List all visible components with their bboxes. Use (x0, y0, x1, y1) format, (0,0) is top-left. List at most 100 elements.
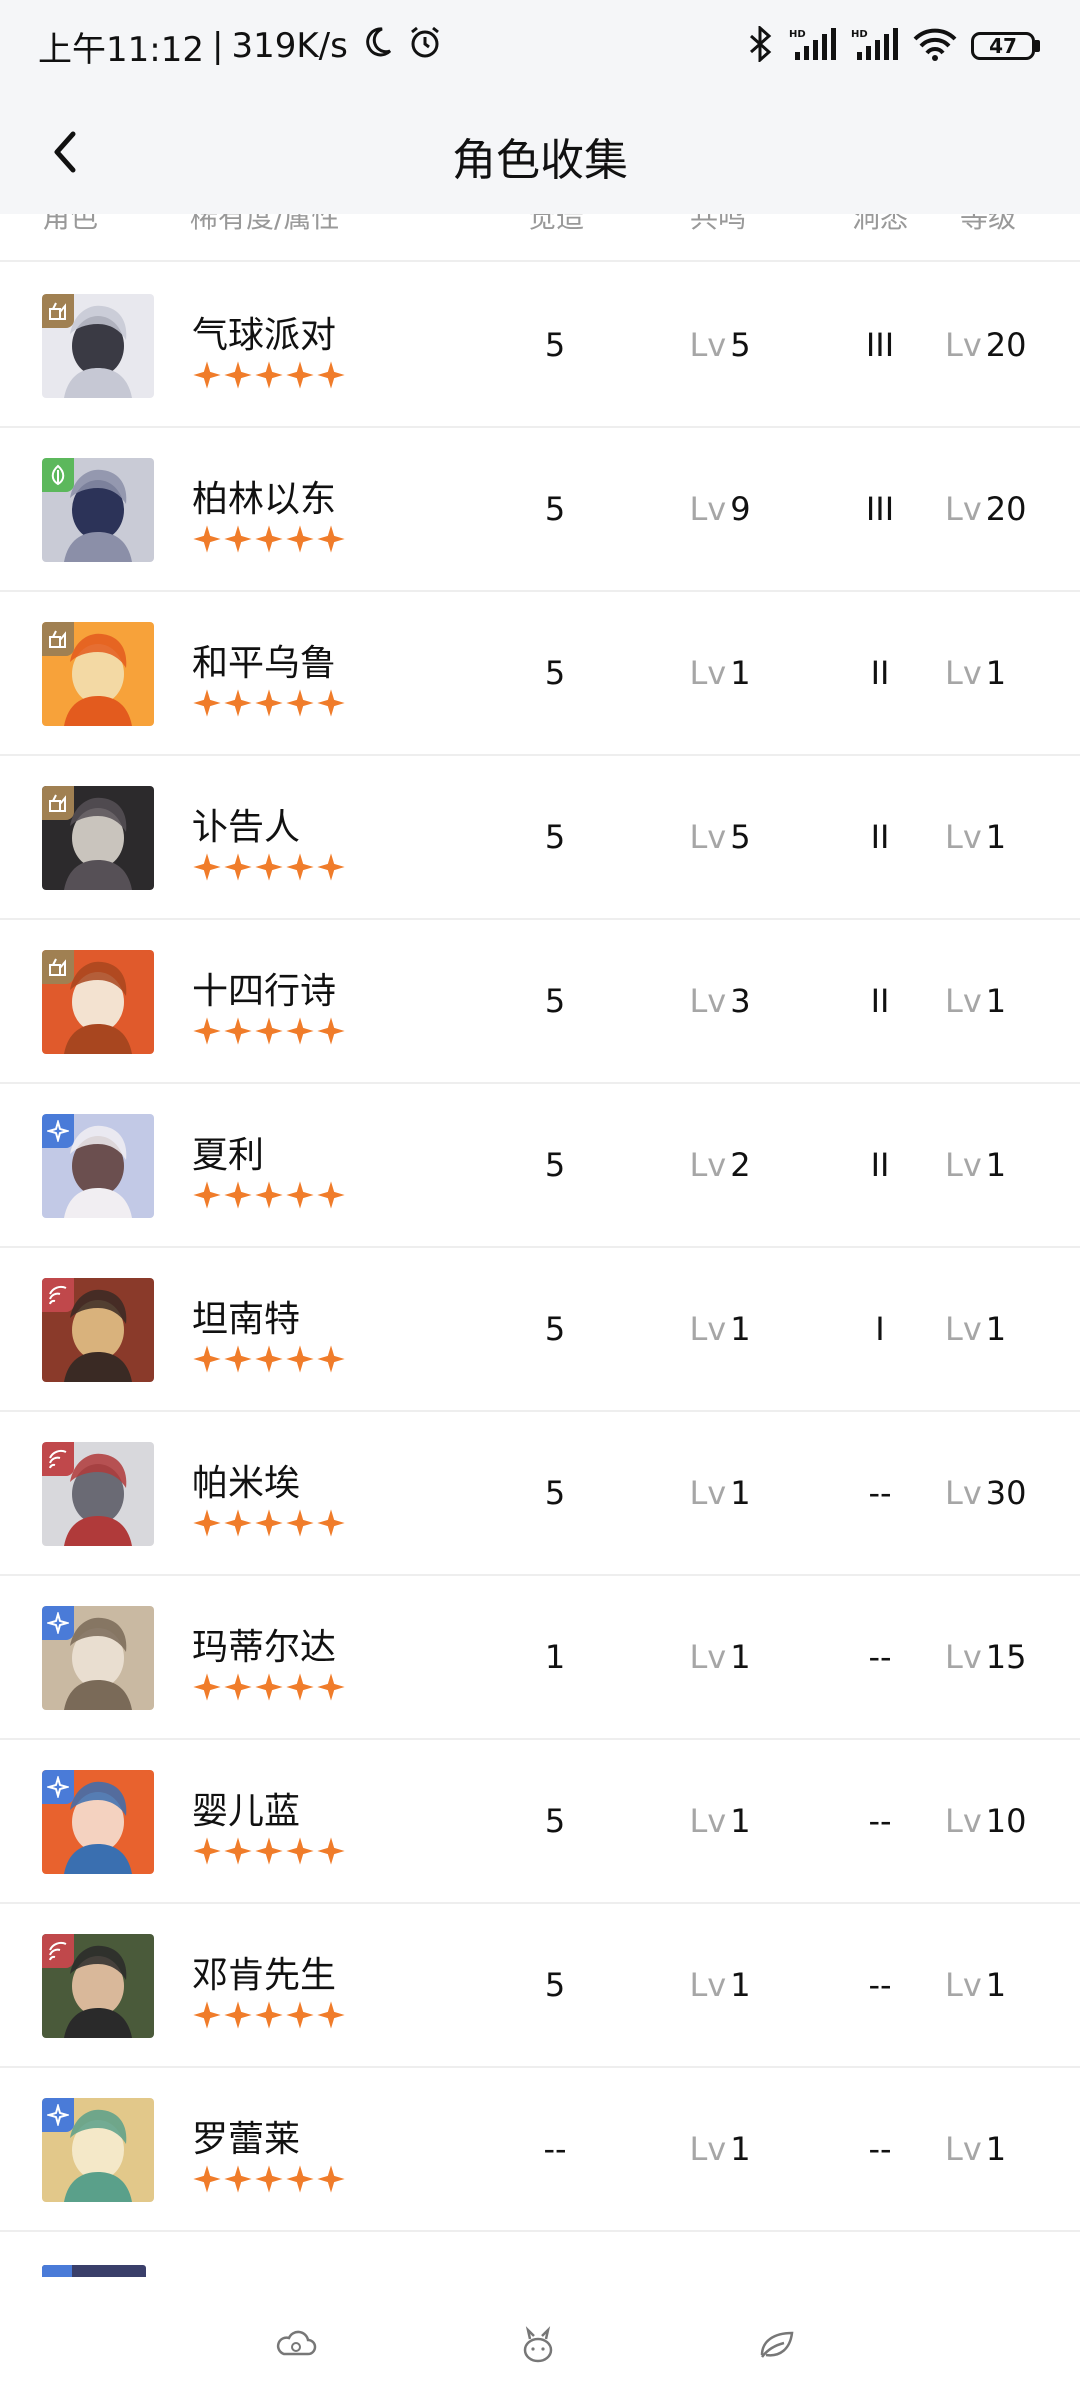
rarity-star-icon (255, 2165, 283, 2193)
character-avatar[interactable] (42, 786, 154, 890)
rarity-star-icon (286, 1509, 314, 1537)
rarity-star-icon (224, 525, 252, 553)
bottom-tab-bar (0, 2278, 1080, 2400)
attribute-beast-icon (42, 786, 74, 820)
character-row[interactable]: 柏林以东 5 Lv 9 III Lv 20 (0, 428, 1080, 592)
lv-prefix: Lv (689, 1310, 727, 1348)
dongcha-value: II (870, 818, 890, 856)
lv-prefix: Lv (945, 1474, 982, 1512)
character-avatar[interactable] (42, 622, 154, 726)
lv-prefix: Lv (945, 818, 982, 856)
rarity-stars (192, 360, 347, 390)
juexing-value: 5 (544, 982, 566, 1020)
gongming-value: Lv 5 (665, 818, 775, 856)
attribute-star-icon (42, 2098, 74, 2132)
network-speed: 319K/s (231, 26, 348, 66)
tab-leaf[interactable] (748, 2320, 808, 2370)
character-row[interactable]: 帕米埃 5 Lv 1 -- Lv 30 (0, 1412, 1080, 1576)
character-row[interactable]: 夏利 5 Lv 2 II Lv 1 (0, 1084, 1080, 1248)
character-avatar[interactable] (42, 1114, 154, 1218)
rarity-star-icon (224, 2165, 252, 2193)
lv-prefix: Lv (689, 1802, 727, 1840)
dongcha-value: II (870, 982, 890, 1020)
juexing-value: 5 (544, 654, 566, 692)
rarity-star-icon (255, 853, 283, 881)
character-avatar[interactable] (42, 1934, 154, 2038)
character-avatar[interactable] (42, 2098, 154, 2202)
rarity-stars (192, 1508, 347, 1538)
lv-prefix: Lv (689, 490, 727, 528)
gongming-value: Lv 1 (665, 2130, 775, 2168)
gongming-level: 1 (730, 1638, 751, 1676)
lv-prefix: Lv (945, 1638, 982, 1676)
gongming-value: Lv 1 (665, 1310, 775, 1348)
dongcha-value: -- (868, 1638, 892, 1676)
character-level: 15 (985, 1638, 1027, 1676)
character-avatar[interactable] (42, 458, 154, 562)
character-row[interactable]: 婴儿蓝 5 Lv 1 -- Lv 10 (0, 1740, 1080, 1904)
character-name: 讣告人 (192, 807, 301, 848)
character-row[interactable]: 讣告人 5 Lv 5 II Lv 1 (0, 756, 1080, 920)
rarity-star-icon (193, 525, 221, 553)
character-avatar[interactable] (42, 1442, 154, 1546)
tab-bunny[interactable] (508, 2320, 568, 2370)
battery-level: 47 (971, 32, 1035, 60)
rarity-star-icon (224, 689, 252, 717)
juexing-value: 5 (544, 1310, 566, 1348)
juexing-value: 5 (544, 818, 566, 856)
character-level: 1 (985, 818, 1007, 856)
gongming-level: 5 (730, 818, 751, 856)
rarity-star-icon (317, 361, 345, 389)
character-avatar[interactable] (42, 1606, 154, 1710)
tab-cloud[interactable] (266, 2320, 326, 2370)
character-avatar[interactable] (42, 1770, 154, 1874)
character-level: 1 (985, 1146, 1007, 1184)
gongming-level: 1 (730, 1474, 751, 1512)
rarity-star-icon (317, 853, 345, 881)
rarity-star-icon (193, 1181, 221, 1209)
character-name: 十四行诗 (192, 971, 337, 1012)
level-value: Lv 1 (945, 818, 1055, 856)
character-level: 1 (985, 1966, 1007, 2004)
gongming-value: Lv 1 (665, 1802, 775, 1840)
character-avatar[interactable] (42, 950, 154, 1054)
rarity-star-icon (255, 361, 283, 389)
status-separator: | (211, 26, 224, 66)
character-name: 罗蕾莱 (192, 2119, 301, 2160)
character-name: 玛蒂尔达 (192, 1627, 337, 1668)
rarity-star-icon (317, 689, 345, 717)
cloud-icon (276, 2330, 317, 2356)
character-row[interactable]: 气球派对 5 Lv 5 III Lv 20 (0, 264, 1080, 428)
juexing-value: 1 (544, 1638, 566, 1676)
rarity-star-icon (317, 2165, 345, 2193)
rarity-star-icon (286, 525, 314, 553)
gongming-level: 1 (730, 1802, 751, 1840)
character-name: 婴儿蓝 (192, 1791, 301, 1832)
rarity-star-icon (224, 1837, 252, 1865)
character-avatar[interactable] (42, 294, 154, 398)
svg-text:HD: HD (851, 29, 868, 40)
attribute-beast-icon (42, 950, 74, 984)
rarity-star-icon (193, 2165, 221, 2193)
character-row[interactable]: 坦南特 5 Lv 1 I Lv 1 (0, 1248, 1080, 1412)
juexing-value: 5 (544, 326, 566, 364)
character-row[interactable]: 玛蒂尔达 1 Lv 1 -- Lv 15 (0, 1576, 1080, 1740)
character-row[interactable]: 罗蕾莱 -- Lv 1 -- Lv 1 (0, 2068, 1080, 2232)
character-row[interactable]: 邓肯先生 5 Lv 1 -- Lv 1 (0, 1904, 1080, 2068)
character-row[interactable]: 和平乌鲁 5 Lv 1 II Lv 1 (0, 592, 1080, 756)
dongcha-value: II (870, 654, 890, 692)
rarity-star-icon (317, 1837, 345, 1865)
gongming-value: Lv 3 (665, 982, 775, 1020)
juexing-value: 5 (544, 1474, 566, 1512)
character-avatar[interactable] (42, 1278, 154, 1382)
rarity-stars (192, 852, 347, 882)
dongcha-value: I (875, 1310, 885, 1348)
juexing-value: 5 (544, 1802, 566, 1840)
lv-prefix: Lv (945, 1802, 982, 1840)
level-value: Lv 1 (945, 1310, 1055, 1348)
rarity-star-icon (286, 1017, 314, 1045)
status-right: HD HD 47 (745, 24, 1040, 66)
rarity-star-icon (255, 525, 283, 553)
juexing-value: 5 (544, 490, 566, 528)
character-row[interactable]: 十四行诗 5 Lv 3 II Lv 1 (0, 920, 1080, 1084)
